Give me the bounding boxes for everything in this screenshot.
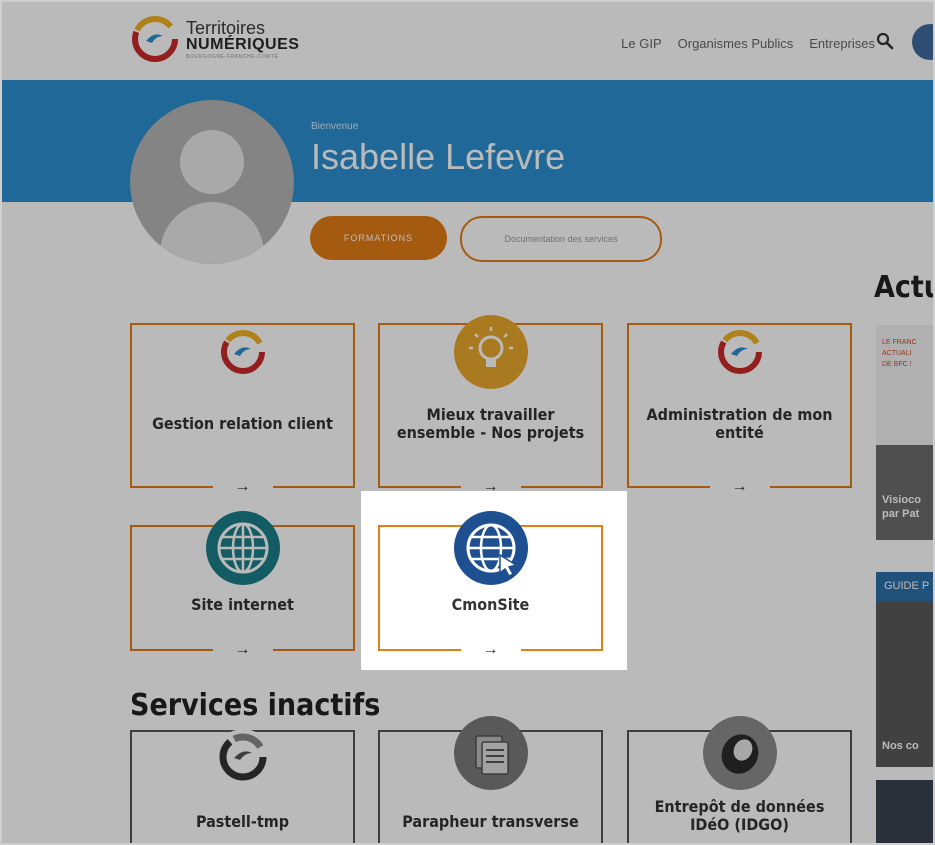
service-card-cmonsite[interactable]: CmonSite → <box>378 511 603 661</box>
lightbulb-icon <box>453 315 528 389</box>
news-card[interactable] <box>876 780 935 845</box>
news-line: LE FRANC <box>882 339 917 346</box>
avatar-head <box>180 130 244 194</box>
inactive-card-parapheur: Parapheur transverse <box>378 716 603 845</box>
top-header: Territoires NUMÉRIQUES BOURGOGNE-FRANCHE… <box>0 0 935 80</box>
main-nav: Le GIP Organismes Publics Entreprises <box>621 36 875 51</box>
documentation-button[interactable]: Documentation des services <box>460 216 662 262</box>
document-stack-icon <box>453 716 528 790</box>
service-label: Pastell-tmp <box>195 811 290 831</box>
tn-logo-icon <box>132 16 178 62</box>
pastell-icon <box>214 729 271 785</box>
logo-line2: NUMÉRIQUES <box>186 35 300 53</box>
news-line: DE BFC ! <box>882 361 912 368</box>
logo-line1: Territoires <box>186 17 266 38</box>
globe-cursor-icon <box>453 511 528 585</box>
service-label: Administration de mon entité <box>646 404 833 442</box>
news-line: ACTUALI <box>882 350 912 357</box>
service-label: Site internet <box>191 594 294 614</box>
inactive-card-pastell: Pastell-tmp <box>130 729 355 845</box>
service-card-administration[interactable]: Administration de mon entité → <box>627 323 852 498</box>
inactive-services-heading: Services inactifs <box>130 688 381 723</box>
ideo-icon <box>702 716 777 790</box>
news-band-label: GUIDE P <box>884 580 930 592</box>
tn-logo-icon <box>717 330 762 374</box>
news-card[interactable]: GUIDE P Nos co <box>876 572 935 767</box>
arrow-right-icon: → <box>460 639 521 661</box>
news-caption: Nos co <box>882 740 919 752</box>
service-label: Mieux travailler ensemble - Nos projets <box>396 404 585 442</box>
globe-icon <box>205 511 280 585</box>
formations-button[interactable]: FORMATIONS <box>310 216 447 260</box>
news-band: GUIDE P <box>876 572 935 602</box>
arrow-right-icon: → <box>212 639 273 661</box>
service-label: Entrepôt de données IDéO (IDGO) <box>654 796 825 834</box>
news-heading: Actu <box>874 270 935 305</box>
avatar-body <box>160 202 264 264</box>
service-label: Parapheur transverse <box>402 811 579 831</box>
welcome-label: Bienvenue <box>311 121 359 132</box>
service-card-site-internet[interactable]: Site internet → <box>130 511 355 661</box>
page: Territoires NUMÉRIQUES BOURGOGNE-FRANCHE… <box>0 0 935 845</box>
tn-logo-icon <box>220 330 265 374</box>
user-menu-icon[interactable] <box>912 24 935 60</box>
search-icon[interactable] <box>876 32 894 50</box>
inactive-card-entrepot: Entrepôt de données IDéO (IDGO) <box>627 716 852 845</box>
logo-line3: BOURGOGNE-FRANCHE-COMTÉ <box>186 53 279 60</box>
news-card[interactable]: LE FRANC ACTUALI DE BFC ! Visioco par Pa… <box>876 325 935 540</box>
service-card-gestion-relation-client[interactable]: Gestion relation client → <box>130 323 355 498</box>
avatar <box>130 100 294 264</box>
service-label: CmonSite <box>451 594 530 614</box>
nav-link-gip[interactable]: Le GIP <box>621 36 661 51</box>
news-caption-1: Visioco <box>882 494 921 506</box>
arrow-right-icon: → <box>709 476 770 498</box>
user-name: Isabelle Lefevre <box>311 136 566 177</box>
nav-link-organismes[interactable]: Organismes Publics <box>678 36 794 51</box>
nav-link-entreprises[interactable]: Entreprises <box>809 36 875 51</box>
news-caption-2: par Pat <box>882 508 920 521</box>
site-logo[interactable]: Territoires NUMÉRIQUES BOURGOGNE-FRANCHE… <box>130 14 299 64</box>
service-label: Gestion relation client <box>152 413 333 433</box>
service-card-mieux-travailler[interactable]: Mieux travailler ensemble - Nos projets … <box>378 315 603 498</box>
news-caption: Visioco par Pat <box>882 493 921 522</box>
arrow-right-icon: → <box>212 476 273 498</box>
